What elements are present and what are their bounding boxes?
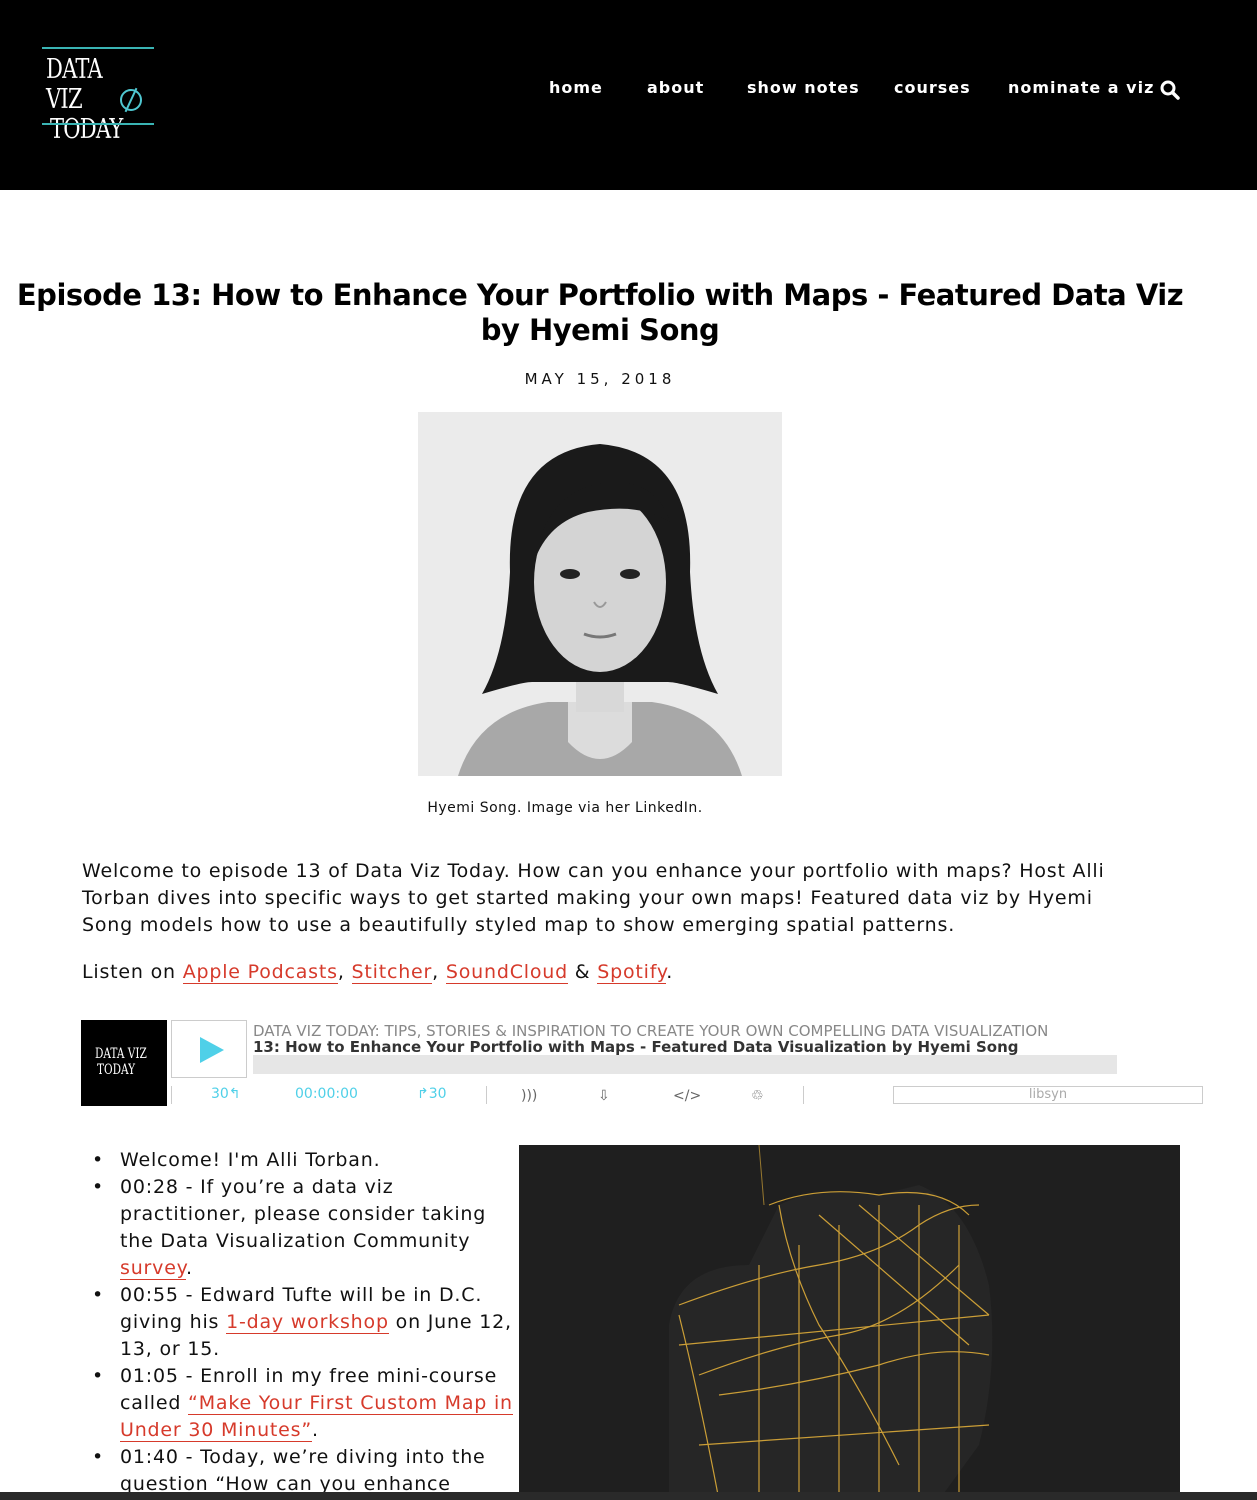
play-icon <box>200 1037 224 1063</box>
player-time: 00:00:00 <box>295 1086 358 1102</box>
logo-rule-bottom <box>42 123 154 125</box>
link-stitcher[interactable]: Stitcher <box>351 961 433 984</box>
note-text: 01:40 - Today, we’re diving into the que… <box>120 1446 486 1495</box>
nav-about[interactable]: about <box>647 78 704 97</box>
link-spotify[interactable]: Spotify <box>597 961 667 984</box>
list-item: 00:28 - If you’re a data viz practitione… <box>92 1174 520 1282</box>
embed-icon[interactable]: </> <box>673 1088 701 1104</box>
nav-nominate-a-viz[interactable]: nominate a viz <box>1008 78 1154 97</box>
list-item: Welcome! I'm Alli Torban. <box>92 1147 520 1174</box>
note-text: . <box>186 1257 193 1279</box>
skip-back-button[interactable]: 30↰ <box>211 1086 241 1102</box>
listen-links: Listen on Apple Podcasts, Stitcher, Soun… <box>82 961 674 984</box>
artwork-line2: TODAY <box>97 1062 136 1078</box>
player-controls: 30↰ 00:00:00 ↱30 ))) ⇩ </> ♲ libsyn <box>171 1086 1203 1106</box>
search-icon[interactable] <box>1160 80 1180 100</box>
post-title: Episode 13: How to Enhance Your Portfoli… <box>16 278 1184 347</box>
divider <box>171 1086 172 1104</box>
player-progress-bar[interactable] <box>253 1055 1117 1074</box>
player-artwork: DATA VIZ TODAY <box>81 1020 167 1106</box>
download-icon[interactable]: ⇩ <box>598 1088 614 1104</box>
nav-home[interactable]: home <box>549 78 603 97</box>
portrait-image <box>418 412 782 776</box>
page-bottom-strip <box>0 1492 1257 1500</box>
logo-text-line2: TODAY <box>50 114 123 145</box>
separator-comma: , <box>337 961 345 983</box>
player-episode-name: 13: How to Enhance Your Portfolio with M… <box>253 1038 1019 1056</box>
note-text: Welcome! I'm Alli Torban. <box>120 1149 381 1171</box>
rss-icon[interactable]: ))) <box>521 1088 537 1104</box>
link-survey[interactable]: survey <box>120 1257 187 1280</box>
separator-period: . <box>666 961 674 983</box>
divider <box>486 1086 487 1104</box>
skip-forward-button[interactable]: ↱30 <box>417 1086 447 1102</box>
link-workshop[interactable]: 1-day workshop <box>226 1311 389 1334</box>
note-text: . <box>312 1419 319 1441</box>
share-icon[interactable]: ♲ <box>751 1088 767 1104</box>
podcast-player: DATA VIZ TODAY DATA VIZ TODAY: TIPS, STO… <box>81 1020 1203 1106</box>
list-item: 01:05 - Enroll in my free mini-course ca… <box>92 1363 520 1444</box>
separator-comma: , <box>432 961 440 983</box>
list-item: 01:40 - Today, we’re diving into the que… <box>92 1444 520 1498</box>
featured-map-image <box>519 1145 1180 1500</box>
play-button[interactable] <box>171 1020 247 1078</box>
nav-courses[interactable]: courses <box>894 78 971 97</box>
listen-prefix: Listen on <box>82 961 183 983</box>
divider <box>803 1086 804 1104</box>
link-soundcloud[interactable]: SoundCloud <box>445 961 568 984</box>
nav-show-notes[interactable]: show notes <box>747 78 860 97</box>
logo-rule-top <box>42 47 154 49</box>
show-notes-list: Welcome! I'm Alli Torban. 00:28 - If you… <box>86 1147 520 1498</box>
artwork-line1: DATA VIZ <box>95 1046 147 1062</box>
libsyn-logo[interactable]: libsyn <box>893 1086 1203 1104</box>
intro-paragraph: Welcome to episode 13 of Data Viz Today.… <box>82 860 1105 936</box>
list-item: 00:55 - Edward Tufte will be in D.C. giv… <box>92 1282 520 1363</box>
link-apple-podcasts[interactable]: Apple Podcasts <box>182 961 338 984</box>
note-text: 00:28 - If you’re a data viz practitione… <box>120 1176 487 1252</box>
portrait-caption: Hyemi Song. Image via her LinkedIn. <box>427 800 703 816</box>
post-date: MAY 15, 2018 <box>524 370 676 388</box>
main-nav: home about show notes courses nominate a… <box>0 78 1257 102</box>
separator-amp: & <box>567 961 598 983</box>
site-header: DATA VIZ TODAY home about show notes cou… <box>0 0 1257 190</box>
